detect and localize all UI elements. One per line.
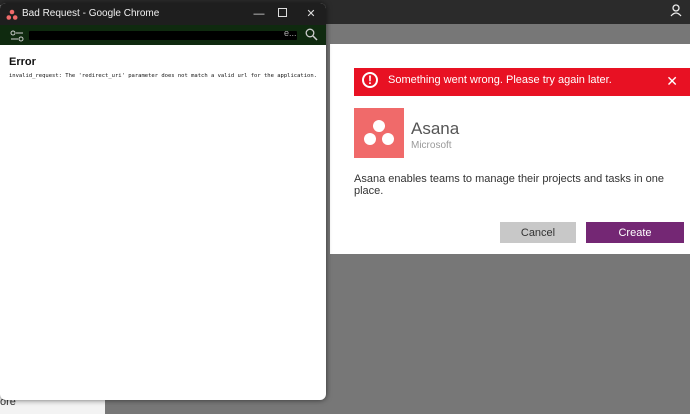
app-publisher: Microsoft xyxy=(411,140,452,151)
minimize-icon[interactable]: — xyxy=(251,6,267,22)
url-field[interactable] xyxy=(29,31,297,40)
cancel-button[interactable]: Cancel xyxy=(500,222,576,243)
error-icon: ! xyxy=(362,72,378,88)
close-icon[interactable]: ✕ xyxy=(666,72,678,90)
window-title: Bad Request - Google Chrome xyxy=(22,8,160,19)
chrome-popup-window: Bad Request - Google Chrome — ✕ e... Err… xyxy=(0,3,326,400)
error-banner: ! Something went wrong. Please try again… xyxy=(354,68,690,96)
chrome-title-bar: Bad Request - Google Chrome — ✕ xyxy=(0,3,326,25)
close-icon[interactable]: ✕ xyxy=(303,6,319,22)
asana-favicon-icon xyxy=(6,8,20,20)
app-name: Asana xyxy=(411,119,460,138)
url-tail: e... xyxy=(284,28,297,38)
app-description: Asana enables teams to manage their proj… xyxy=(354,173,665,197)
create-button[interactable]: Create xyxy=(586,222,684,243)
page-heading: Error xyxy=(9,56,36,68)
maximize-icon[interactable] xyxy=(274,6,290,22)
asana-logo-icon xyxy=(354,108,404,158)
error-message: Something went wrong. Please try again l… xyxy=(388,74,612,86)
address-bar: e... xyxy=(0,25,326,45)
site-settings-icon[interactable] xyxy=(10,29,24,42)
zoom-icon[interactable] xyxy=(305,28,319,42)
error-details: invalid_request: The 'redirect_uri' para… xyxy=(9,73,317,79)
account-icon[interactable] xyxy=(668,3,684,19)
create-connection-dialog: ! Something went wrong. Please try again… xyxy=(330,44,690,254)
